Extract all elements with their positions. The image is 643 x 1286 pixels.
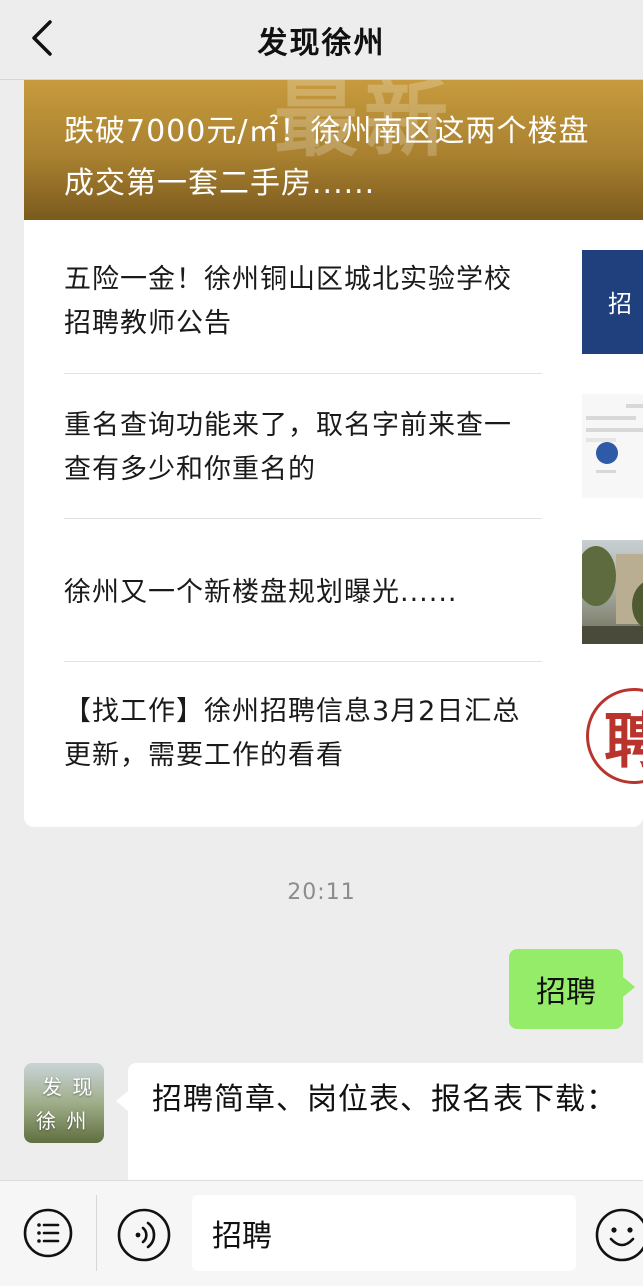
featured-article-title: 跌破7000元/㎡！徐州南区这两个楼盘 成交第一套二手房...... bbox=[64, 114, 590, 201]
article-item-1[interactable]: 五险一金！徐州铜山区城北实验学校招聘教师公告 招 聘 bbox=[64, 220, 643, 374]
article-thumbnail bbox=[582, 394, 643, 498]
message-timestamp: 20:11 bbox=[287, 880, 356, 905]
article-item-2[interactable]: 重名查询功能来了，取名字前来查一查有多少和你重名的 bbox=[64, 374, 643, 519]
article-title: 五险一金！徐州铜山区城北实验学校招聘教师公告 bbox=[64, 264, 512, 339]
article-list-card: 最新 跌破7000元/㎡！徐州南区这两个楼盘 成交第一套二手房...... 五险… bbox=[24, 80, 643, 827]
voice-input-button[interactable] bbox=[116, 1207, 172, 1263]
incoming-message-text: 招聘简章、岗位表、报名表下载： bbox=[152, 1082, 617, 1117]
recruit-seal-icon: 聘 bbox=[586, 688, 643, 784]
article-title: 重名查询功能来了，取名字前来查一查有多少和你重名的 bbox=[64, 410, 512, 485]
chat-title: 发现徐州 bbox=[257, 26, 386, 61]
article-item-4[interactable]: 【找工作】徐州招聘信息3月2日汇总更新，需要工作的看看 聘 bbox=[64, 662, 643, 827]
article-thumbnail bbox=[582, 540, 643, 644]
message-input[interactable] bbox=[192, 1195, 576, 1271]
article-thumbnail: 招 聘 bbox=[582, 250, 643, 354]
emoji-icon bbox=[595, 1208, 643, 1262]
thumbnail-text: 招 聘 bbox=[608, 290, 643, 318]
menu-list-icon bbox=[23, 1208, 73, 1258]
chat-input-bar bbox=[0, 1180, 643, 1286]
featured-article[interactable]: 最新 跌破7000元/㎡！徐州南区这两个楼盘 成交第一套二手房...... bbox=[24, 80, 643, 220]
top-navigation-bar: 发现徐州 bbox=[0, 0, 643, 80]
menu-button[interactable] bbox=[22, 1207, 74, 1259]
divider bbox=[96, 1195, 97, 1271]
outgoing-message-bubble[interactable]: 招聘 bbox=[509, 949, 635, 1029]
article-thumbnail: 聘 bbox=[582, 684, 643, 788]
official-account-avatar[interactable]: 发 现 徐 州 bbox=[24, 1063, 104, 1143]
voice-icon bbox=[117, 1208, 171, 1262]
avatar-text-top: 发 现 bbox=[42, 1075, 95, 1099]
user-icon bbox=[596, 442, 618, 464]
avatar-text-bottom: 徐 州 bbox=[36, 1109, 89, 1133]
incoming-message-bubble[interactable]: 招聘简章、岗位表、报名表下载： bbox=[116, 1063, 643, 1185]
article-title: 徐州又一个新楼盘规划曝光...... bbox=[64, 577, 458, 608]
article-item-3[interactable]: 徐州又一个新楼盘规划曝光...... bbox=[64, 519, 643, 662]
emoji-button[interactable] bbox=[594, 1207, 643, 1263]
article-title: 【找工作】徐州招聘信息3月2日汇总更新，需要工作的看看 bbox=[64, 696, 521, 771]
